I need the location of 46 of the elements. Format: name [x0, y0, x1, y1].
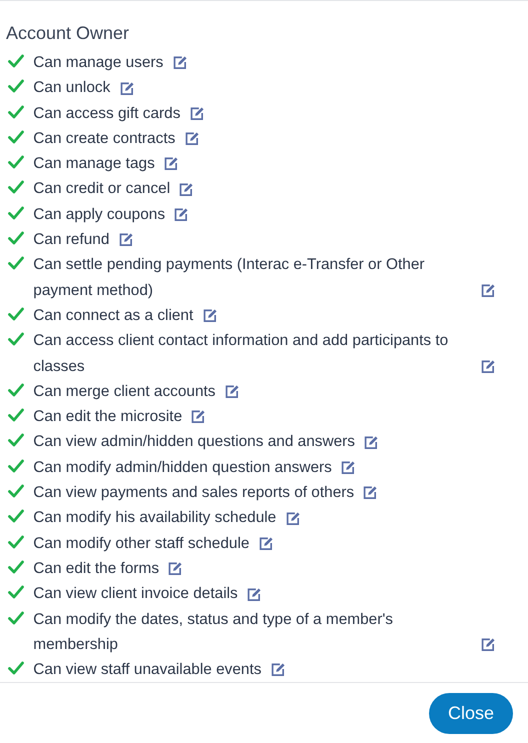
permission-label: Can view staff unavailable events [33, 660, 262, 680]
permission-label: Can refund [33, 230, 110, 250]
permission-label: Can connect as a client [33, 306, 194, 326]
permission-label: Can access client contact information and add participants to classes [33, 331, 450, 377]
close-button[interactable]: Close [428, 692, 513, 734]
edit-icon[interactable] [340, 460, 356, 476]
permission-label: Can create contracts [33, 128, 176, 149]
permission-label: Can modify other staff schedule [33, 534, 250, 554]
permission-label: Can edit the forms [33, 558, 160, 579]
edit-icon[interactable] [172, 55, 188, 70]
edit-icon[interactable] [362, 485, 378, 500]
permission-label: Can modify the dates, status and type of a member's membership [33, 610, 394, 655]
edit-icon[interactable] [118, 80, 135, 96]
edit-icon[interactable] [246, 586, 262, 602]
permission-label: Can view client invoice details [33, 584, 238, 604]
edit-icon[interactable] [480, 358, 496, 374]
section-title: Account Owner [6, 23, 130, 44]
permission-label: Can modify his availability schedule [33, 508, 276, 528]
edit-icon[interactable] [188, 106, 205, 121]
permission-label: Can manage tags [33, 154, 155, 174]
edit-icon[interactable] [284, 510, 301, 526]
edit-icon[interactable] [270, 662, 286, 678]
edit-icon[interactable] [163, 156, 180, 172]
edit-icon[interactable] [202, 308, 218, 324]
edit-icon[interactable] [173, 207, 190, 222]
edit-icon[interactable] [480, 637, 496, 652]
permission-label: Can credit or cancel [33, 179, 170, 200]
edit-icon[interactable] [224, 384, 240, 400]
permission-label: Can access gift cards [33, 104, 180, 124]
permission-label: Can manage users [33, 53, 164, 73]
edit-icon[interactable] [184, 131, 200, 146]
edit-icon[interactable] [480, 282, 496, 298]
permission-label: Can merge client accounts [33, 382, 216, 402]
edit-icon[interactable] [258, 536, 274, 551]
permission-label: Can unlock [33, 78, 110, 98]
edit-icon[interactable] [178, 182, 194, 197]
permission-label: Can settle pending payments (Interac e-Transfer or Other payment method) [33, 255, 426, 301]
edit-icon[interactable] [167, 561, 184, 576]
permission-label: Can view payments and sales reports of others [33, 483, 354, 504]
permission-label: Can apply coupons [33, 204, 166, 225]
permission-label: Can modify admin/hidden question answers [33, 458, 332, 478]
edit-icon[interactable] [190, 409, 206, 424]
permission-label: Can edit the microsite [33, 407, 182, 428]
permission-label: Can view admin/hidden questions and answers [33, 432, 355, 452]
edit-icon[interactable] [363, 434, 380, 450]
edit-icon[interactable] [118, 232, 134, 248]
